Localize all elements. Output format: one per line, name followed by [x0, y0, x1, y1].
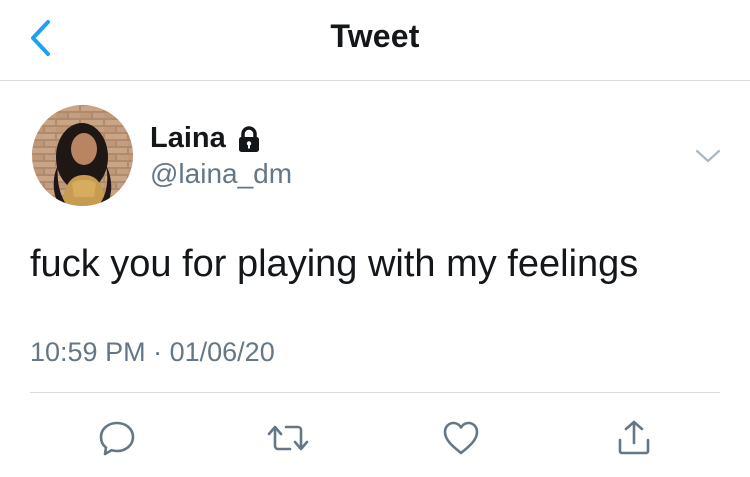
avatar[interactable]	[32, 105, 133, 206]
user-handle[interactable]: @laina_dm	[150, 158, 292, 190]
author-name-row[interactable]: Laina	[150, 122, 263, 155]
navigation-bar: Tweet	[0, 0, 750, 81]
like-button[interactable]	[439, 416, 483, 460]
comment-icon	[99, 421, 135, 456]
tweet-timestamp: 10:59 PM · 01/06/20	[30, 337, 275, 368]
more-options-button[interactable]	[692, 140, 724, 172]
chevron-down-icon	[695, 149, 721, 163]
avatar-image	[32, 105, 133, 206]
divider	[30, 392, 720, 393]
retweet-button[interactable]	[266, 416, 310, 460]
heart-icon	[443, 421, 479, 455]
display-name: Laina	[150, 122, 226, 154]
retweet-icon	[267, 425, 309, 451]
lock-icon	[235, 125, 263, 154]
share-icon	[618, 420, 650, 455]
reply-button[interactable]	[95, 416, 139, 460]
timestamp-separator: ·	[153, 337, 163, 367]
page-title: Tweet	[330, 18, 420, 54]
tweet-date: 01/06/20	[169, 337, 275, 367]
share-button[interactable]	[612, 416, 656, 460]
tweet-text: fuck you for playing with my feelings	[30, 243, 639, 285]
tweet-time: 10:59 PM	[30, 337, 146, 367]
